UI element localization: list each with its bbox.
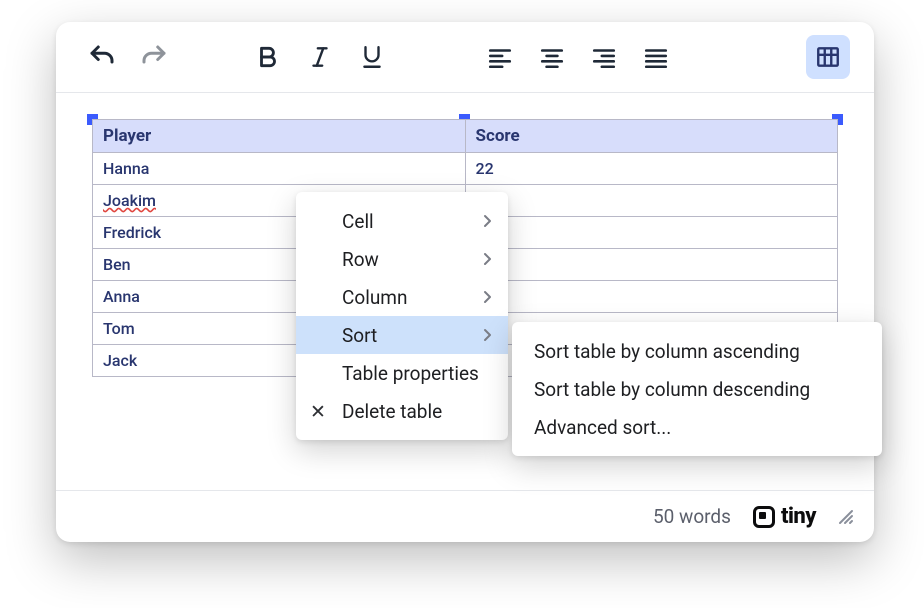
submenu-item-label: Advanced sort...	[534, 416, 671, 439]
submenu-item[interactable]: Sort table by column descending	[512, 370, 882, 408]
chevron-right-icon	[482, 248, 494, 271]
align-left-button[interactable]	[478, 35, 522, 79]
align-right-button[interactable]	[582, 35, 626, 79]
word-count: 50 words	[653, 505, 731, 528]
score-cell[interactable]: 3	[465, 249, 838, 281]
tiny-logo-icon	[753, 506, 775, 528]
editor-window: PlayerScore Hanna22Joakim11Fredrick-2Ben…	[56, 22, 874, 542]
context-menu-item[interactable]: Sort	[296, 316, 508, 354]
player-cell[interactable]: Hanna	[93, 153, 466, 185]
tiny-logo[interactable]: tiny	[753, 504, 816, 529]
bold-icon	[255, 44, 281, 70]
table-icon	[815, 44, 841, 70]
score-cell[interactable]: -2	[465, 217, 838, 249]
table-row[interactable]: Hanna22	[93, 153, 838, 185]
align-right-icon	[591, 44, 617, 70]
sort-submenu: Sort table by column ascending Sort table…	[512, 322, 882, 456]
context-menu-item[interactable]: Row	[296, 240, 508, 278]
submenu-item-label: Sort table by column ascending	[534, 340, 800, 363]
score-cell[interactable]: 11	[465, 185, 838, 217]
chevron-right-icon	[482, 286, 494, 309]
context-menu-item[interactable]: ✕ Delete table	[296, 392, 508, 430]
chevron-right-icon	[482, 210, 494, 233]
context-menu-item[interactable]: Column	[296, 278, 508, 316]
context-menu-item-label: Row	[342, 248, 379, 271]
score-cell[interactable]: 22	[465, 153, 838, 185]
underline-icon	[359, 44, 385, 70]
align-center-button[interactable]	[530, 35, 574, 79]
submenu-item[interactable]: Advanced sort...	[512, 408, 882, 446]
redo-icon	[139, 42, 169, 72]
context-menu-item-label: Cell	[342, 210, 374, 233]
submenu-item[interactable]: Sort table by column ascending	[512, 332, 882, 370]
table-button[interactable]	[806, 35, 850, 79]
undo-button[interactable]	[80, 35, 124, 79]
context-menu-item[interactable]: Table properties	[296, 354, 508, 392]
context-menu-item-label: Table properties	[342, 362, 479, 385]
context-menu-item-label: Column	[342, 286, 407, 309]
table-header-player[interactable]: Player	[93, 120, 466, 153]
italic-icon	[307, 44, 333, 70]
underline-button[interactable]	[350, 35, 394, 79]
close-icon: ✕	[310, 400, 326, 423]
align-justify-button[interactable]	[634, 35, 678, 79]
align-left-icon	[487, 44, 513, 70]
toolbar	[56, 22, 874, 92]
undo-icon	[87, 42, 117, 72]
table-header-score[interactable]: Score	[465, 120, 838, 153]
chevron-right-icon	[482, 324, 494, 347]
table-context-menu: Cell Row Column Sort Table properties ✕ Delete…	[296, 192, 508, 440]
context-menu-item-label: Delete table	[342, 400, 442, 423]
statusbar: 50 words tiny	[56, 490, 874, 542]
align-center-icon	[539, 44, 565, 70]
context-menu-item-label: Sort	[342, 324, 377, 347]
redo-button[interactable]	[132, 35, 176, 79]
align-justify-icon	[643, 44, 669, 70]
italic-button[interactable]	[298, 35, 342, 79]
resize-grip-icon[interactable]	[838, 509, 854, 525]
score-cell[interactable]: 5	[465, 281, 838, 313]
bold-button[interactable]	[246, 35, 290, 79]
submenu-item-label: Sort table by column descending	[534, 378, 810, 401]
context-menu-item[interactable]: Cell	[296, 202, 508, 240]
